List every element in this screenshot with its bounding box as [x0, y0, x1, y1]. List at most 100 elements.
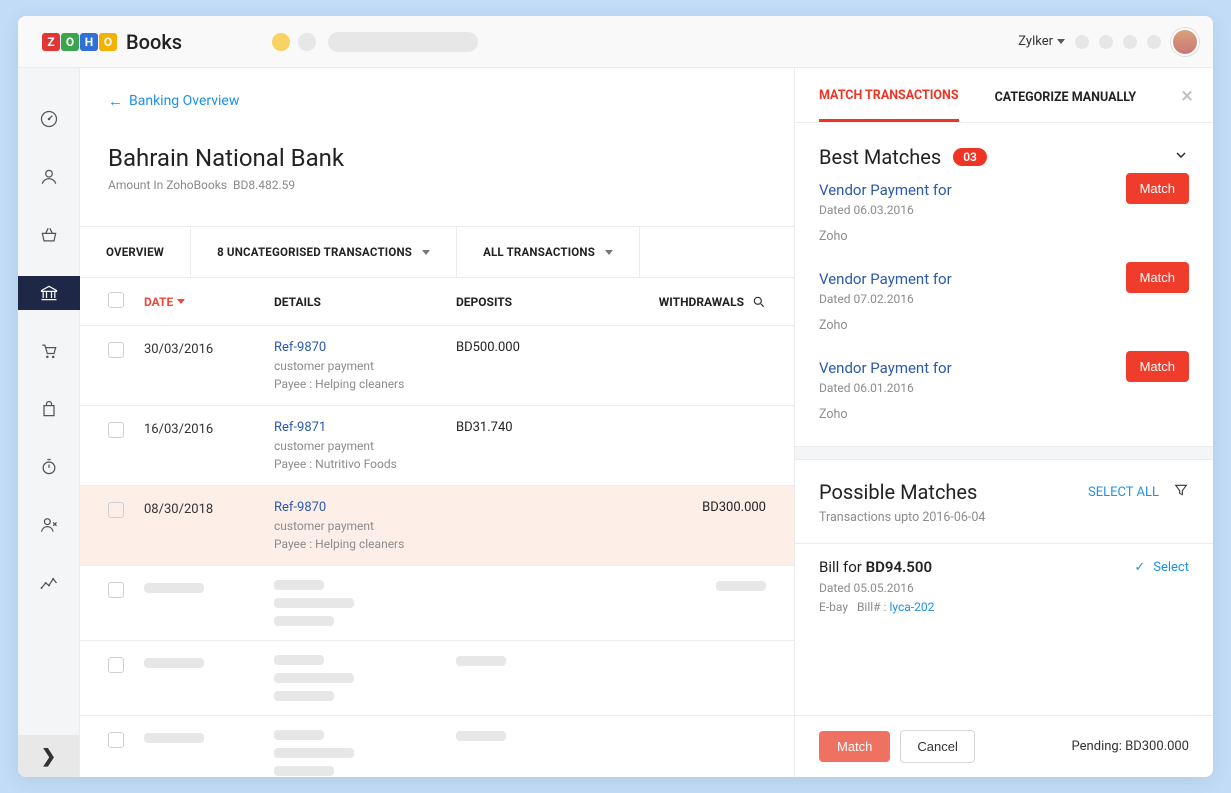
nav-purchases[interactable] [18, 392, 80, 426]
tab-overview[interactable]: OVERVIEW [80, 227, 191, 277]
row-type: customer payment [274, 519, 456, 533]
avatar[interactable] [1171, 28, 1199, 56]
table-rows: 30/03/2016 Ref-9870 customer payment Pay… [80, 326, 794, 777]
chevron-down-icon [1057, 39, 1065, 44]
row-ref: Ref-9870 [274, 500, 456, 515]
placeholder-dot [298, 33, 316, 51]
nav-sales[interactable] [18, 334, 80, 368]
table-row[interactable]: 30/03/2016 Ref-9870 customer payment Pay… [80, 326, 794, 406]
filter-icon[interactable] [1173, 482, 1189, 502]
account-tabs: OVERVIEW 8 UNCATEGORISED TRANSACTIONS AL… [80, 226, 794, 278]
center-column: ← Banking Overview Bahrain National Bank… [80, 68, 795, 777]
row-date: 30/03/2016 [144, 340, 274, 391]
center-header: ← Banking Overview Bahrain National Bank… [80, 68, 794, 204]
row-payee: Payee : Nutritivo Foods [274, 457, 456, 471]
tab-uncategorised[interactable]: 8 UNCATEGORISED TRANSACTIONS [191, 227, 457, 277]
nav-banking[interactable] [18, 276, 80, 310]
cancel-button[interactable]: Cancel [900, 730, 974, 763]
row-checkbox[interactable] [108, 502, 124, 518]
chevron-down-icon [422, 250, 430, 255]
select-all-link[interactable]: SELECT ALL [1088, 485, 1159, 500]
row-checkbox [108, 732, 124, 748]
nav-accountant[interactable] [18, 508, 80, 542]
tab-all-transactions[interactable]: ALL TRANSACTIONS [457, 227, 640, 277]
match-dated: Dated 06.03.2016 [819, 203, 1189, 217]
select-link[interactable]: ✓ Select [1134, 560, 1189, 575]
row-type: customer payment [274, 359, 456, 373]
basket-icon [39, 225, 59, 245]
chevron-down-icon [605, 250, 613, 255]
row-checkbox [108, 657, 124, 673]
search-icon[interactable] [752, 295, 766, 309]
footer-match-button[interactable]: Match [819, 731, 890, 762]
row-deposit: BD500.000 [456, 340, 636, 391]
match-button[interactable]: Match [1126, 351, 1189, 382]
row-payee: Payee : Helping cleaners [274, 377, 456, 391]
row-date: 08/30/2018 [144, 500, 274, 551]
row-checkbox [108, 582, 124, 598]
bill-link[interactable]: lyca-202 [889, 600, 934, 614]
table-row[interactable]: 08/30/2018 Ref-9870 customer payment Pay… [80, 486, 794, 566]
row-ref: Ref-9871 [274, 420, 456, 435]
sidebar-expand[interactable]: ❯ [18, 735, 79, 777]
panel-tabs: MATCH TRANSACTIONS CATEGORIZE MANUALLY × [795, 68, 1213, 123]
main: ← Banking Overview Bahrain National Bank… [80, 68, 1213, 777]
col-deposits[interactable]: DEPOSITS [456, 295, 636, 309]
best-match-item: Vendor Payment for Dated 06.03.2016 Zoho… [819, 169, 1189, 258]
possible-matches-header: Possible Matches SELECT ALL [795, 460, 1213, 506]
panel-tab-match[interactable]: MATCH TRANSACTIONS [819, 88, 959, 122]
back-link-label: Banking Overview [129, 93, 239, 109]
best-matches-header[interactable]: Best Matches 03 [819, 145, 1189, 169]
row-withdrawal [636, 420, 766, 471]
placeholder-dot [1147, 35, 1161, 49]
page-title: Bahrain National Bank [108, 144, 766, 172]
count-badge: 03 [953, 148, 987, 166]
bag-icon [39, 399, 59, 419]
select-all-checkbox[interactable] [108, 292, 124, 308]
match-button[interactable]: Match [1126, 173, 1189, 204]
nav-reports[interactable] [18, 566, 80, 600]
placeholder-dot [1075, 35, 1089, 49]
possible-match-item: Bill for BD94.500 Dated 05.05.2016 E-bay… [795, 543, 1213, 632]
org-switcher[interactable]: Zylker [1018, 34, 1065, 49]
nav-dashboard[interactable] [18, 102, 80, 136]
panel-tab-manual[interactable]: CATEGORIZE MANUALLY [995, 90, 1137, 121]
logo-letter: O [99, 33, 117, 51]
col-date[interactable]: DATE [144, 295, 274, 309]
match-dated: Dated 06.01.2016 [819, 381, 1189, 395]
gauge-icon [39, 109, 59, 129]
org-name: Zylker [1018, 34, 1053, 49]
best-matches-title: Best Matches [819, 145, 941, 169]
match-dated: Dated 07.02.2016 [819, 292, 1189, 306]
arrow-left-icon: ← [108, 92, 123, 110]
match-who: Zoho [819, 407, 1189, 422]
best-match-item: Vendor Payment for Dated 07.02.2016 Zoho… [819, 258, 1189, 347]
sort-desc-icon [177, 299, 185, 304]
match-who: Zoho [819, 229, 1189, 244]
best-matches-section: Best Matches 03 Vendor Payment for Dated… [795, 123, 1213, 446]
row-deposit: BD31.740 [456, 420, 636, 471]
row-checkbox[interactable] [108, 422, 124, 438]
close-icon[interactable]: × [1181, 84, 1193, 109]
nav-contacts[interactable] [18, 160, 80, 194]
row-checkbox[interactable] [108, 342, 124, 358]
possible-match-dated: Dated 05.05.2016 [819, 581, 1189, 595]
chevron-down-icon [1173, 147, 1189, 167]
logo-mark: Z O H O [42, 33, 118, 51]
col-withdrawals[interactable]: WITHDRAWALS [636, 295, 766, 309]
accountant-icon [39, 515, 59, 535]
logo-text: Books [126, 30, 182, 54]
nav-timer[interactable] [18, 450, 80, 484]
row-date: 16/03/2016 [144, 420, 274, 471]
match-panel: MATCH TRANSACTIONS CATEGORIZE MANUALLY ×… [795, 68, 1213, 777]
chart-icon [39, 573, 59, 593]
possible-match-meta: E-bay Bill# : lyca-202 [819, 600, 1189, 614]
placeholder-dots [272, 33, 316, 51]
match-button[interactable]: Match [1126, 262, 1189, 293]
nav-items[interactable] [18, 218, 80, 252]
table-row[interactable]: 16/03/2016 Ref-9871 customer payment Pay… [80, 406, 794, 486]
row-withdrawal: BD300.000 [636, 500, 766, 551]
col-details[interactable]: DETAILS [274, 295, 456, 309]
back-link[interactable]: ← Banking Overview [108, 92, 766, 110]
topbar-right: Zylker [1018, 28, 1199, 56]
